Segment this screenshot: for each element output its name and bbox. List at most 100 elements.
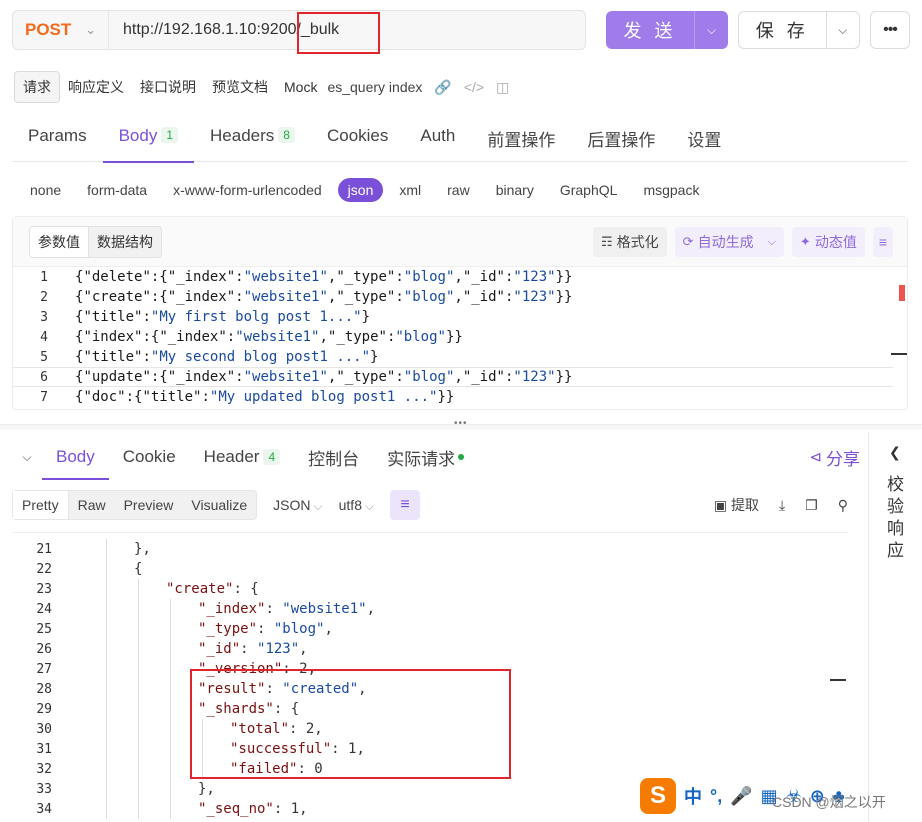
dynamic-label: 动态值 xyxy=(814,234,857,250)
tab-cookies[interactable]: Cookies xyxy=(311,118,404,162)
method-select[interactable]: POST ⌄ xyxy=(13,11,109,49)
body-type-form-data[interactable]: form-data xyxy=(77,178,157,202)
body-type-binary[interactable]: binary xyxy=(486,178,544,202)
format-button[interactable]: ☶ 格式化 xyxy=(593,227,667,257)
method-label: POST xyxy=(25,20,72,39)
indent-guide xyxy=(106,719,107,739)
seg-params[interactable]: 参数值 xyxy=(30,226,89,257)
sogou-logo[interactable]: S xyxy=(640,778,676,814)
resp-tab-cookie[interactable]: Cookie xyxy=(109,434,190,480)
code-text: {"delete":{"_index":"website1","_type":"… xyxy=(75,269,573,285)
ime-lang[interactable]: 中 xyxy=(684,783,702,809)
lang-label: JSON xyxy=(273,496,311,513)
code-line[interactable]: 6 {"update":{"_index":"website1","_type":… xyxy=(13,367,893,387)
doc-name[interactable]: es_query index xyxy=(327,79,422,95)
line-number: 28 xyxy=(36,681,52,697)
autogen-button[interactable]: ⟳ 自动生成 ⌵ xyxy=(674,227,784,257)
chevron-down-icon[interactable]: ⌵ xyxy=(768,236,776,249)
resp-tab-header[interactable]: Header 4 xyxy=(190,434,294,480)
body-type-xml[interactable]: xml xyxy=(389,178,431,202)
download-icon[interactable]: ⤓ xyxy=(779,497,785,514)
indent-guide xyxy=(170,779,171,799)
wrap-icon[interactable]: ≡ xyxy=(872,227,893,257)
tab-body[interactable]: Body 1 xyxy=(102,118,195,163)
link-icon[interactable]: 🔗 xyxy=(434,79,451,96)
format-label: 格式化 xyxy=(616,234,659,250)
doc-tab-request[interactable]: 请求 xyxy=(14,71,60,103)
body-type-raw[interactable]: raw xyxy=(437,178,480,202)
doc-tab-mock[interactable]: Mock xyxy=(276,74,325,100)
fmt-visualize[interactable]: Visualize xyxy=(182,491,256,519)
send-label[interactable]: 发 送 xyxy=(606,11,694,49)
doc-tab-preview[interactable]: 预览文档 xyxy=(204,72,276,102)
collapse-icon[interactable]: ⌵ xyxy=(12,450,42,465)
drag-handle-icon[interactable]: ••• xyxy=(454,418,468,429)
chevron-down-icon[interactable]: ⌵ xyxy=(694,11,728,49)
tab-label: Cookie xyxy=(122,447,176,466)
wrap-icon[interactable]: ≡ xyxy=(390,490,421,520)
seg-schema[interactable]: 数据结构 xyxy=(89,227,161,257)
format-switch: Pretty Raw Preview Visualize xyxy=(12,490,258,520)
indent-guide xyxy=(106,539,107,559)
editor-mode-switch: 参数值 数据结构 xyxy=(29,225,162,258)
encoding-select[interactable]: utf8 ⌵ xyxy=(339,497,374,514)
body-type-msgpack[interactable]: msgpack xyxy=(633,178,709,202)
line-number: 24 xyxy=(36,601,52,617)
scrollbar-thumb[interactable] xyxy=(891,353,907,355)
body-type-graphql[interactable]: GraphQL xyxy=(550,178,628,202)
panel-icon[interactable]: ◫ xyxy=(496,79,509,96)
scrollbar-marker xyxy=(899,285,905,301)
tab-label: Cookies xyxy=(326,126,389,145)
resp-tab-body[interactable]: Body xyxy=(42,434,109,480)
tab-params[interactable]: Params xyxy=(12,118,103,162)
microphone-icon[interactable]: 🎤 xyxy=(730,786,752,807)
chevron-left-icon[interactable]: ❮ xyxy=(889,444,901,461)
body-type-json[interactable]: json xyxy=(337,178,384,202)
tab-label: 实际请求 xyxy=(387,449,456,469)
body-type-urlencoded[interactable]: x-www-form-urlencoded xyxy=(163,178,332,202)
dynamic-value-button[interactable]: ✦ 动态值 xyxy=(791,227,865,257)
tab-headers[interactable]: Headers 8 xyxy=(194,118,311,162)
code-line[interactable]: 3 {"title":"My first bolg post 1..."} xyxy=(13,307,893,327)
tab-pre-ops[interactable]: 前置操作 xyxy=(471,118,571,162)
validate-response-label[interactable]: 校验响应 xyxy=(887,474,907,562)
code-line[interactable]: 5 {"title":"My second blog post1 ..."} xyxy=(13,347,893,367)
chevron-down-icon[interactable]: ⌵ xyxy=(825,12,859,48)
extract-button[interactable]: ▣ 提取 xyxy=(714,495,759,515)
tab-auth[interactable]: Auth xyxy=(404,118,471,162)
broom-icon: ☶ xyxy=(601,234,613,249)
fmt-pretty[interactable]: Pretty xyxy=(13,491,69,519)
share-button[interactable]: ⊲ 分享 xyxy=(809,445,860,470)
code-line[interactable]: 2 {"create":{"_index":"website1","_type":… xyxy=(13,287,893,307)
resp-tab-actual-request[interactable]: 实际请求 xyxy=(373,434,478,480)
code-editor[interactable]: 1 {"delete":{"_index":"website1","_type":… xyxy=(13,267,893,407)
doc-tab-api-desc[interactable]: 接口说明 xyxy=(132,72,204,102)
send-button[interactable]: 发 送 ⌵ xyxy=(606,11,728,49)
indent-guide xyxy=(138,659,139,679)
code-line[interactable]: 4 {"index":{"_index":"website1","_type":"… xyxy=(13,327,893,347)
ime-punct[interactable]: °, xyxy=(710,786,722,807)
code-icon[interactable]: </> xyxy=(464,79,484,95)
code-text: {"title":"My first bolg post 1..."} xyxy=(75,309,371,325)
doc-tab-response-def[interactable]: 响应定义 xyxy=(60,72,132,102)
scrollbar-thumb[interactable] xyxy=(830,679,846,681)
indent-guide xyxy=(106,739,107,759)
tab-settings[interactable]: 设置 xyxy=(671,118,737,162)
save-button[interactable]: 保 存 ⌵ xyxy=(738,11,860,49)
save-label[interactable]: 保 存 xyxy=(739,12,826,48)
tab-label: Body xyxy=(56,447,95,466)
lang-select[interactable]: JSON ⌵ xyxy=(273,497,322,514)
tab-post-ops[interactable]: 后置操作 xyxy=(571,118,671,162)
code-line[interactable]: 1 {"delete":{"_index":"website1","_type":… xyxy=(13,267,893,287)
search-icon[interactable]: ⚲ xyxy=(838,497,848,514)
resp-tab-console[interactable]: 控制台 xyxy=(294,434,373,480)
fmt-preview[interactable]: Preview xyxy=(115,491,183,519)
code-line[interactable]: 7 {"doc":{"title":"My updated blog post1 … xyxy=(13,387,893,407)
doc-tabs: 请求 响应定义 接口说明 预览文档 Mock es_query index 🔗 … xyxy=(14,71,509,103)
more-icon[interactable]: ••• xyxy=(870,11,910,49)
fmt-raw[interactable]: Raw xyxy=(69,491,115,519)
count-badge: 1 xyxy=(161,127,179,143)
copy-icon[interactable]: ❐ xyxy=(805,497,818,514)
body-type-selector: none form-data x-www-form-urlencoded jso… xyxy=(20,176,715,204)
body-type-none[interactable]: none xyxy=(20,178,71,202)
